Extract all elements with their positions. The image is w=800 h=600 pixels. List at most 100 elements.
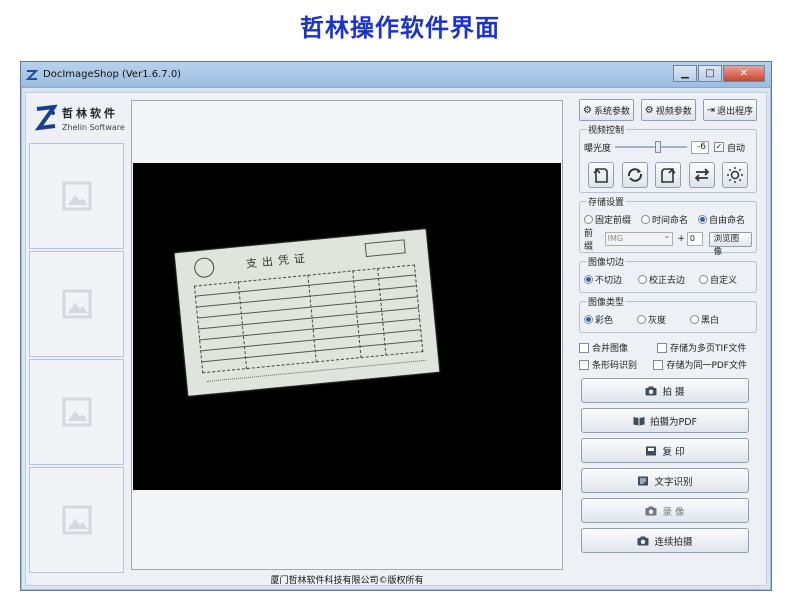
deskew-crop-option[interactable]: 校正去边 xyxy=(638,273,685,286)
pdf-checkbox[interactable] xyxy=(653,359,664,370)
radio-indicator[interactable] xyxy=(584,314,593,324)
custom-crop-option[interactable]: 自定义 xyxy=(699,273,737,286)
system-params-button[interactable]: ⚙ 系统参数 xyxy=(579,99,634,121)
image-type-group: 图像类型 彩色 灰度 黑白 xyxy=(579,295,757,333)
radio-indicator[interactable] xyxy=(584,274,593,284)
browse-images-button[interactable]: 浏览图像 xyxy=(708,231,752,257)
logo: 哲林软件 Zhelin Software xyxy=(29,96,126,141)
system-params-label: 系统参数 xyxy=(593,106,630,117)
record-button[interactable]: 录 像 xyxy=(581,498,749,523)
capture-button[interactable]: 拍 摄 xyxy=(581,378,749,403)
gears-icon: ⚙ xyxy=(644,104,654,116)
barcode-option[interactable]: 条形码识别 xyxy=(579,358,653,371)
rotate-right-button[interactable] xyxy=(655,162,681,188)
thumbnail-panel: 哲林软件 Zhelin Software xyxy=(29,96,126,584)
title-bar[interactable]: DocImageShop (Ver1.6.7.0) ▁ □ ✕ xyxy=(21,62,771,88)
save-pdf-option[interactable]: 存储为同一PDF文件 xyxy=(653,358,747,371)
exposure-slider[interactable] xyxy=(615,141,688,153)
text-recognition-icon xyxy=(637,476,649,486)
video-control-legend: 视频控制 xyxy=(586,123,627,136)
brightness-button[interactable] xyxy=(722,162,748,188)
video-feed: 支出凭证 xyxy=(133,163,561,490)
copy-label: 复 印 xyxy=(662,446,685,458)
radio-indicator[interactable] xyxy=(690,314,700,324)
ocr-button[interactable]: 文字识别 xyxy=(581,468,749,493)
storage-group: 存储设置 固定前缀 时间命名 自由命名 前缀 IMG + 0 浏览图像 xyxy=(579,195,757,257)
camera-preview[interactable]: 支出凭证 xyxy=(131,100,563,570)
color-option[interactable]: 彩色 xyxy=(584,313,613,326)
pdf-label: 存储为同一PDF文件 xyxy=(666,361,747,371)
book-icon xyxy=(633,416,645,426)
document-title: 支出凭证 xyxy=(245,251,311,271)
option-label: 黑白 xyxy=(701,315,720,326)
video-params-label: 视频参数 xyxy=(655,106,692,117)
thumbnail-slot[interactable] xyxy=(29,467,124,573)
continuous-capture-label: 连续拍摄 xyxy=(654,536,693,548)
swap-icon xyxy=(694,168,709,182)
radio-indicator[interactable] xyxy=(698,214,708,224)
capture-label: 拍 摄 xyxy=(662,386,685,398)
close-button[interactable]: ✕ xyxy=(723,65,765,82)
exposure-label: 曝光度 xyxy=(584,143,612,154)
auto-checkbox[interactable]: ✓ xyxy=(714,142,725,152)
exit-button[interactable]: ⇥ 退出程序 xyxy=(702,99,757,121)
radio-indicator[interactable] xyxy=(641,214,651,224)
storage-legend: 存储设置 xyxy=(586,195,627,208)
radio-indicator[interactable] xyxy=(584,214,593,224)
document-image: 支出凭证 xyxy=(174,229,440,396)
capture-pdf-button[interactable]: 拍摄为PDF xyxy=(581,408,749,433)
exit-icon: ⇥ xyxy=(706,104,715,116)
merge-images-option[interactable]: 合并图像 xyxy=(579,341,657,354)
radio-indicator[interactable] xyxy=(699,274,709,284)
exposure-value[interactable]: -6 xyxy=(691,140,710,154)
barcode-label: 条形码识别 xyxy=(592,361,638,371)
save-tif-option[interactable]: 存储为多页TIF文件 xyxy=(657,341,746,354)
rotate-left-button[interactable] xyxy=(588,162,614,188)
document-stamp xyxy=(193,256,216,279)
radio-indicator[interactable] xyxy=(638,274,648,284)
option-label: 时间命名 xyxy=(652,215,689,226)
thumbnail-slot[interactable] xyxy=(29,359,124,465)
grayscale-option[interactable]: 灰度 xyxy=(637,313,666,326)
plus-sign: + xyxy=(677,234,685,244)
fixed-prefix-option[interactable]: 固定前缀 xyxy=(584,213,631,226)
slider-knob[interactable] xyxy=(655,141,662,153)
thumbnail-slot[interactable] xyxy=(29,143,124,249)
rotate-right-icon xyxy=(661,168,676,183)
document-number-box xyxy=(364,239,406,258)
refresh-icon xyxy=(627,168,642,182)
swap-button[interactable] xyxy=(688,162,715,188)
merge-label: 合并图像 xyxy=(592,344,629,354)
thumbnail-slot[interactable] xyxy=(29,251,124,357)
image-type-legend: 图像类型 xyxy=(586,295,627,308)
option-label: 自由命名 xyxy=(709,215,746,226)
client-area: 哲林软件 Zhelin Software 支出凭证 厦门哲林软件科技有限公司©版… xyxy=(25,92,767,586)
counter-field[interactable]: 0 xyxy=(686,232,703,246)
tif-checkbox[interactable] xyxy=(657,342,667,353)
video-params-button[interactable]: ⚙ 视频参数 xyxy=(640,99,696,121)
black-white-option[interactable]: 黑白 xyxy=(690,313,719,326)
refresh-button[interactable] xyxy=(621,162,648,188)
minimize-button[interactable]: ▁ xyxy=(673,65,697,82)
image-placeholder-icon xyxy=(62,505,91,535)
continuous-capture-button[interactable]: 连续拍摄 xyxy=(581,528,749,553)
image-placeholder-icon xyxy=(62,181,91,211)
options-checkboxes: 合并图像 存储为多页TIF文件 条形码识别 存储为同一PDF文件 xyxy=(579,339,757,373)
no-crop-option[interactable]: 不切边 xyxy=(584,273,622,286)
option-label: 校正去边 xyxy=(649,275,686,286)
logo-subtitle: Zhelin Software xyxy=(62,123,125,132)
merge-checkbox[interactable] xyxy=(579,342,589,353)
free-naming-option[interactable]: 自由命名 xyxy=(698,213,745,226)
logo-name: 哲林软件 xyxy=(62,107,118,120)
rotate-left-icon xyxy=(593,168,608,183)
maximize-button[interactable]: □ xyxy=(698,65,722,82)
record-label: 录 像 xyxy=(662,506,685,518)
radio-indicator[interactable] xyxy=(637,314,647,324)
prefix-select[interactable]: IMG xyxy=(604,230,674,246)
gear-icon: ⚙ xyxy=(583,104,592,116)
copy-button[interactable]: 复 印 xyxy=(581,438,749,463)
time-naming-option[interactable]: 时间命名 xyxy=(641,213,688,226)
auto-label: 自动 xyxy=(727,143,746,154)
barcode-checkbox[interactable] xyxy=(579,359,589,370)
option-label: 自定义 xyxy=(710,275,738,286)
